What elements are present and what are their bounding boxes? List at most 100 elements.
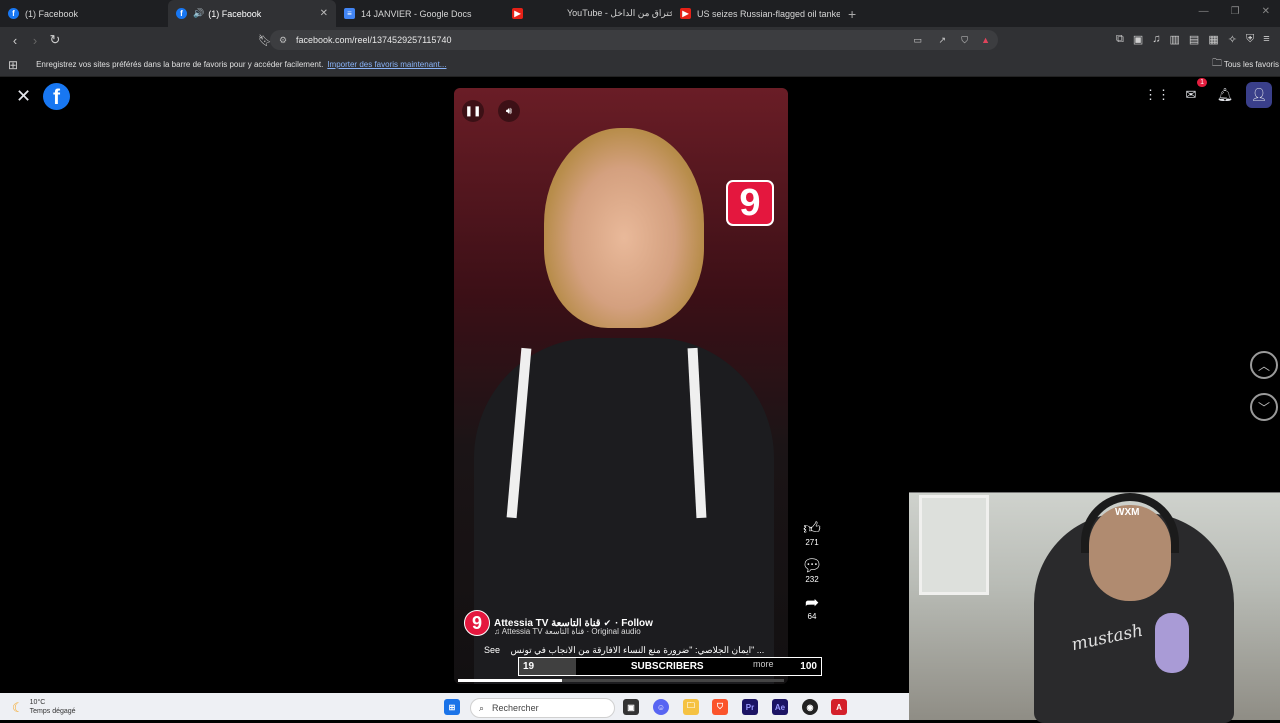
notifications-icon[interactable]: 🔔︎ — [1212, 82, 1238, 108]
share-action[interactable]: ➦ 64 — [805, 594, 819, 622]
pause-icon[interactable]: ❚❚ — [462, 100, 484, 122]
minimize-icon[interactable]: — — [1199, 6, 1209, 17]
music-note-icon: ♫ — [494, 627, 502, 636]
brave-icon[interactable]: ⛉ — [712, 699, 728, 715]
youtube-icon: ▶ — [680, 8, 691, 19]
more-link[interactable]: more — [753, 659, 774, 669]
facebook-icon: f — [8, 8, 19, 19]
share-count: 64 — [807, 612, 817, 621]
brave-shield-icon[interactable]: ⛉ — [961, 35, 968, 46]
weather-widget[interactable]: ☾ 10°C Temps dégagé — [12, 698, 76, 716]
menu-grid-icon[interactable]: ⋮⋮ — [1144, 82, 1170, 108]
discord-icon[interactable]: ☺ — [653, 699, 669, 715]
video-subject-face — [544, 128, 704, 328]
search-placeholder: Rechercher — [492, 703, 539, 713]
tab-youtube-2[interactable]: ▶ US seizes Russian-flagged oil tanker — [672, 0, 840, 27]
reading-list-icon[interactable]: ▥ — [1170, 33, 1180, 46]
see-more-link[interactable]: See — [484, 645, 500, 655]
wallet-icon[interactable]: ▦ — [1208, 33, 1218, 46]
messenger-icon[interactable]: ✉ 1 — [1178, 78, 1207, 108]
close-tab-icon[interactable]: ✕ — [320, 8, 328, 19]
tab-facebook-2[interactable]: f 🔊 (1) Facebook ✕ — [168, 0, 336, 27]
tab-title: US seizes Russian-flagged oil tanker — [697, 8, 840, 19]
import-bookmarks-link[interactable]: Importer des favoris maintenant... — [327, 60, 446, 69]
facebook-logo[interactable]: f — [43, 83, 70, 110]
chevron-up-icon: ︿ — [1257, 358, 1270, 373]
tab-title: 14 JANVIER - Google Docs — [361, 8, 472, 19]
tab-bar: f (1) Facebook f 🔊 (1) Facebook ✕ ≡ 14 J… — [0, 0, 1280, 27]
share-arrow-icon[interactable]: ➦ — [805, 594, 819, 612]
profile-avatar[interactable]: 👤︎ — [1246, 82, 1272, 108]
subscriber-current: 19 — [523, 661, 535, 672]
comment-icon[interactable]: 💬︎ — [801, 557, 823, 575]
share-icon[interactable]: ↗ — [938, 35, 946, 46]
volume-icon[interactable]: 🔊︎ — [498, 100, 520, 122]
reload-icon[interactable]: ↻ — [45, 32, 65, 48]
reel-caption: See ايمان الجلاصي: "ضرورة منع النساء الا… — [484, 645, 780, 656]
maximize-icon[interactable]: ❐ — [1231, 6, 1240, 17]
task-view-icon[interactable]: ▣ — [623, 699, 639, 715]
speaker-icon: 🔊 — [193, 8, 205, 18]
bookmarks-prompt: Enregistrez vos sites préférés dans la b… — [36, 60, 324, 69]
window-close-icon[interactable]: ✕ — [1262, 6, 1270, 17]
acrobat-icon[interactable]: A — [831, 699, 847, 715]
docs-icon: ≡ — [344, 8, 355, 19]
tab-google-docs[interactable]: ≡ 14 JANVIER - Google Docs — [336, 0, 504, 27]
webcam-headphones — [1081, 493, 1179, 553]
after-effects-icon[interactable]: Ae — [772, 699, 788, 715]
taskbar-search[interactable]: ⌕ Rechercher — [470, 698, 615, 718]
bookmarks-bar: ⊞ Enregistrez vos sites préférés dans la… — [0, 53, 1280, 77]
obs-icon[interactable]: ◉ — [802, 699, 818, 715]
premiere-icon[interactable]: Pr — [742, 699, 758, 715]
windows-start-icon[interactable]: ⊞ — [444, 699, 460, 715]
brave-rewards-icon[interactable]: ▲ — [981, 35, 990, 45]
site-info-icon[interactable]: ⚙ — [279, 35, 287, 46]
tab-youtube-1[interactable]: ▶ YouTube - اختراق من الداخل — [504, 0, 672, 27]
previous-reel-button[interactable]: ︿ — [1250, 351, 1278, 379]
new-tab-button[interactable]: + — [848, 6, 856, 22]
webcam-overlay: WXM mustash — [909, 492, 1280, 723]
chevron-down-icon: ﹀ — [1257, 400, 1270, 415]
tab-title: (1) Facebook — [25, 8, 79, 19]
like-action[interactable]: 👍︎ 271 — [803, 520, 821, 548]
vpn-icon[interactable]: ⛨ — [1246, 33, 1254, 46]
reel-video[interactable]: 9 ❚❚ 🔊︎ — [454, 88, 788, 684]
webcam-microphone — [1155, 613, 1189, 673]
next-reel-button[interactable]: ﹀ — [1250, 393, 1278, 421]
temperature: 10°C — [29, 699, 46, 706]
forward-icon[interactable]: › — [25, 33, 45, 48]
media-icon[interactable]: ♫ — [1152, 33, 1160, 46]
youtube-icon: ▶ — [512, 8, 523, 19]
reel-progress-bar[interactable] — [458, 679, 784, 682]
messenger-badge: 1 — [1197, 78, 1207, 87]
comment-count: 232 — [805, 575, 819, 584]
extension-icon[interactable]: ⧉ — [1116, 33, 1124, 46]
channel-logo: 9 — [726, 180, 774, 226]
apps-grid-icon[interactable]: ⊞ — [8, 58, 18, 72]
search-icon: ⌕ — [479, 702, 485, 713]
caption-text: ايمان الجلاصي: "ضرورة منع النساء الافارق… — [510, 645, 765, 655]
subscriber-label: SUBSCRIBERS — [630, 661, 704, 672]
author-avatar[interactable]: 9 — [464, 610, 490, 636]
like-icon[interactable]: 👍︎ — [803, 520, 821, 538]
file-explorer-icon[interactable]: 🗀 — [683, 699, 699, 715]
close-reel-icon[interactable]: ✕ — [16, 86, 31, 107]
cast-icon[interactable]: ▭ — [913, 35, 922, 46]
reel-audio[interactable]: ♫ Attessia TV قناة التاسعة · Original au… — [494, 627, 641, 636]
address-bar[interactable]: ⚙ facebook.com/reel/1374529257115740 ▭ ↗… — [270, 30, 998, 50]
weather-moon-icon: ☾ — [12, 699, 24, 715]
sidebar-icon[interactable]: ▤ — [1189, 33, 1199, 46]
tab-search-icon[interactable]: ▣ — [1133, 33, 1143, 46]
window-controls: — ❐ ✕ — [1199, 6, 1270, 17]
weather-text: Temps dégagé — [29, 708, 76, 715]
back-icon[interactable]: ‹ — [5, 33, 25, 48]
leo-ai-icon[interactable]: ✧ — [1228, 33, 1237, 46]
url-text[interactable]: facebook.com/reel/1374529257115740 — [296, 35, 451, 45]
menu-icon[interactable]: ≡ — [1263, 33, 1269, 46]
tab-facebook-1[interactable]: f (1) Facebook — [0, 0, 168, 27]
extensions-area: ⧉ ▣ ♫ ▥ ▤ ▦ ✧ ⛨ ≡ — [1116, 33, 1270, 46]
reel-actions: 👍︎ 271 💬︎ 232 ➦ 64 — [798, 520, 826, 622]
like-count: 271 — [805, 538, 819, 547]
comment-action[interactable]: 💬︎ 232 — [801, 557, 823, 585]
all-bookmarks[interactable]: Tous les favoris — [1224, 60, 1279, 69]
